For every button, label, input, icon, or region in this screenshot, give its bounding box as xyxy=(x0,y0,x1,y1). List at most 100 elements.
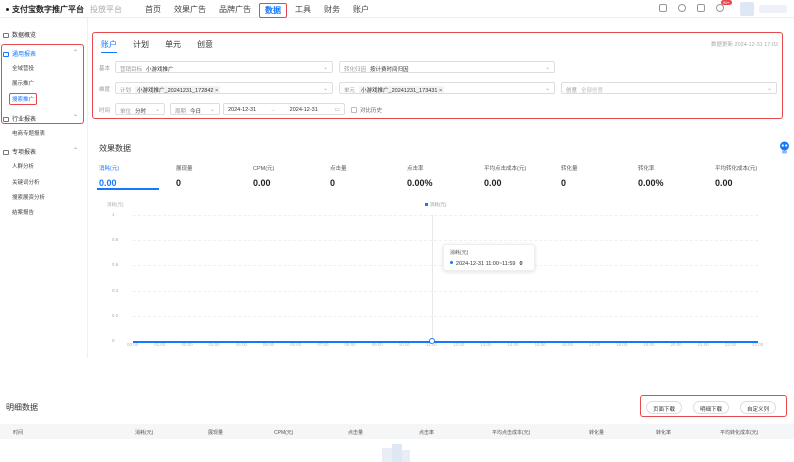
hover-crosshair xyxy=(431,215,433,341)
col-cvr[interactable]: 转化率 xyxy=(656,429,671,436)
sidebar-item-display[interactable]: 展示推广 xyxy=(12,79,34,87)
sub-platform-link[interactable]: 投放平台 xyxy=(90,4,122,15)
chart-legend[interactable]: 消耗(元) xyxy=(424,202,446,208)
y-tick-label: 1 xyxy=(112,212,115,217)
metric-cvr[interactable]: 转化率 0.00% xyxy=(638,164,710,188)
nav-brand-ads[interactable]: 品牌广告 xyxy=(214,3,256,18)
legend-swatch xyxy=(424,203,428,206)
sidebar-item-search-resource[interactable]: 搜索展资分析 xyxy=(12,193,45,201)
detail-title: 明细数据 xyxy=(6,403,38,412)
user-menu[interactable] xyxy=(759,5,787,13)
x-tick-label: 06:00 xyxy=(290,342,302,347)
x-tick-label: 03:00 xyxy=(208,342,220,347)
tab-account[interactable]: 账户 xyxy=(101,39,117,53)
metric-cpa[interactable]: 平均转化成本(元) 0.00 xyxy=(715,164,787,188)
metric-cpc[interactable]: 平均点击成本(元) 0.00 xyxy=(484,164,556,188)
compare-history-checkbox[interactable]: 对比历史 xyxy=(351,106,382,114)
date-range-picker[interactable]: 2024-12-31 → 2024-12-31 ▭ xyxy=(223,103,345,115)
chevron-up-icon: ⌃ xyxy=(73,50,79,56)
date-end: 2024-12-31 xyxy=(289,107,318,113)
sidebar: 数据概览 通用报表 ⌃ 全域营投 展示推广 搜索推广 行业报表 ⌃ 电商专题报表 专… xyxy=(0,18,88,358)
nav-performance-ads[interactable]: 效果广告 xyxy=(169,3,211,18)
grid-line xyxy=(133,290,758,292)
metric-conversions[interactable]: 转化量 0 xyxy=(561,164,633,188)
sidebar-item-final-report[interactable]: 结案报告 xyxy=(12,208,34,216)
period-select[interactable]: 周期 今日 ⌄ xyxy=(170,103,220,115)
unit-select[interactable]: 单元 小游戏推广_20241231_173431 × ⌄ xyxy=(339,82,555,94)
metric-cost[interactable]: 消耗(元) 0.00 xyxy=(97,164,171,190)
time-unit-select[interactable]: 单位 分时 ⌄ xyxy=(115,103,165,115)
chevron-up-icon: ⌃ xyxy=(73,148,79,154)
brand-logo[interactable]: 支付宝数字推广平台 xyxy=(6,4,84,15)
grid-line xyxy=(133,215,758,216)
metric-clicks[interactable]: 点击量 0 xyxy=(330,164,402,188)
nav-data[interactable]: 数据 xyxy=(259,3,287,18)
mobile-icon[interactable] xyxy=(659,4,667,12)
x-tick-label: 07:00 xyxy=(317,342,329,347)
x-tick-label: 19:00 xyxy=(643,342,655,347)
clipboard-icon[interactable] xyxy=(697,4,705,12)
sidebar-item-all-domain[interactable]: 全域营投 xyxy=(12,64,34,72)
grid-line xyxy=(133,240,758,242)
overview-icon xyxy=(3,33,9,38)
col-clicks[interactable]: 点击量 xyxy=(348,429,363,436)
tooltip-time: 2024-12-31 11:00~11:59 xyxy=(455,261,516,267)
nav-tools[interactable]: 工具 xyxy=(290,3,316,18)
creative-select[interactable]: 创意 全部创意 ⌄ xyxy=(561,82,777,94)
sidebar-group-special-reports[interactable]: 专项报表 ⌃ xyxy=(3,147,78,156)
detail-download-button[interactable]: 明细下载 xyxy=(693,401,730,414)
x-tick-label: 01:00 xyxy=(154,342,166,347)
tab-unit[interactable]: 单元 xyxy=(165,39,181,53)
avatar[interactable] xyxy=(740,2,754,16)
help-icon[interactable] xyxy=(678,4,686,12)
x-tick-label: 22:00 xyxy=(724,342,737,347)
robot-assistant-icon[interactable] xyxy=(779,141,790,154)
tab-creative[interactable]: 创意 xyxy=(197,39,213,53)
col-cpa[interactable]: 平均转化成本(元) xyxy=(720,429,758,436)
attribution-select[interactable]: 转化归因 按计费时间归因 ⌄ xyxy=(339,61,555,73)
col-cpc[interactable]: 平均点击成本(元) xyxy=(492,429,530,436)
x-tick-label: 05:00 xyxy=(262,342,275,347)
nav-finance[interactable]: 财务 xyxy=(319,3,345,18)
sidebar-item-ecommerce[interactable]: 电商专题报表 xyxy=(12,129,45,137)
sidebar-group-overview[interactable]: 数据概览 xyxy=(3,30,36,39)
col-conversions[interactable]: 转化量 xyxy=(589,429,604,436)
x-tick-label: 11:00 xyxy=(425,342,437,347)
plan-chip: 小游戏推广_20241231_172842 × xyxy=(135,86,221,94)
table-header: 时间 消耗(元) 展现量 CPM(元) 点击量 点击率 平均点击成本(元) 转化… xyxy=(0,424,794,439)
calendar-icon: ▭ xyxy=(334,107,340,113)
goal-select[interactable]: 营销目标 小游戏推广 ⌄ xyxy=(115,61,333,73)
date-range-arrow: → xyxy=(270,107,276,113)
x-tick-label: 13:00 xyxy=(480,342,492,347)
chevron-down-icon: ⌄ xyxy=(322,86,328,92)
level-tabs: 账户 计划 单元 创意 xyxy=(101,39,229,53)
nav-home[interactable]: 首页 xyxy=(140,3,166,18)
download-buttons-box: 页面下载 明细下载 自定义列 xyxy=(640,395,787,417)
col-impressions[interactable]: 展现量 xyxy=(208,429,223,436)
x-tick-label: 08:00 xyxy=(344,342,356,347)
chevron-down-icon: ⌄ xyxy=(154,107,160,113)
page-download-button[interactable]: 页面下载 xyxy=(646,401,683,414)
metric-impressions[interactable]: 展现量 0 xyxy=(176,164,248,188)
col-cost[interactable]: 消耗(元) xyxy=(135,429,153,436)
sidebar-item-audience[interactable]: 人群分析 xyxy=(12,162,34,170)
brand-name: 支付宝数字推广平台 xyxy=(12,5,84,14)
custom-columns-button[interactable]: 自定义列 xyxy=(740,401,777,414)
empty-state-illustration xyxy=(382,444,410,462)
sidebar-group-general-reports[interactable]: 通用报表 ⌃ xyxy=(3,49,78,58)
metric-cpm[interactable]: CPM(元) 0.00 xyxy=(253,164,325,188)
chevron-down-icon: ⌄ xyxy=(766,86,772,92)
col-ctr[interactable]: 点击率 xyxy=(419,429,434,436)
bell-icon[interactable]: 99+ xyxy=(716,0,732,12)
sidebar-item-keyword[interactable]: 关键词分析 xyxy=(12,178,40,186)
nav-account[interactable]: 账户 xyxy=(348,3,374,18)
sidebar-item-search[interactable]: 搜索推广 xyxy=(9,93,38,105)
col-cpm[interactable]: CPM(元) xyxy=(274,429,293,436)
plan-select[interactable]: 计划 小游戏推广_20241231_172842 × ⌄ xyxy=(115,82,333,94)
sidebar-group-industry-reports[interactable]: 行业报表 ⌃ xyxy=(3,114,78,123)
tab-plan[interactable]: 计划 xyxy=(133,39,149,53)
col-time[interactable]: 时间 xyxy=(13,429,23,436)
metric-ctr[interactable]: 点击率 0.00% xyxy=(407,164,479,188)
effect-title: 效果数据 xyxy=(99,144,131,153)
chevron-down-icon: ⌄ xyxy=(544,86,550,92)
